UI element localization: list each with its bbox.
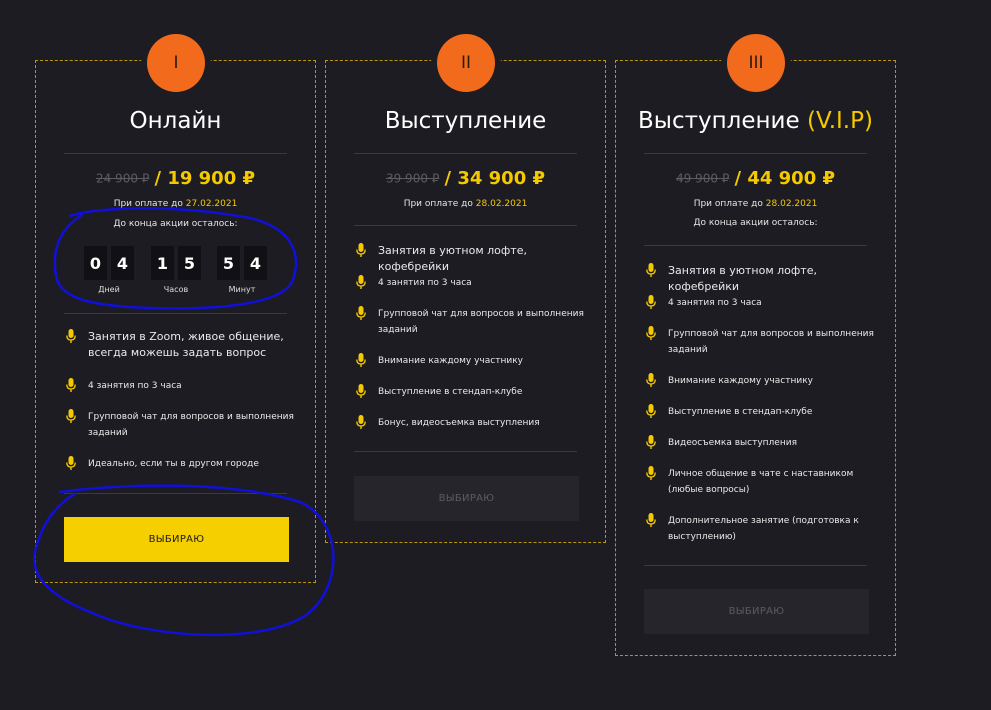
- countdown-label: До конца акции осталось:: [693, 218, 818, 228]
- feature-text: Идеально, если ты в другом городе: [88, 459, 259, 469]
- countdown-minutes-label: Минут: [228, 285, 256, 294]
- countdown-digit: 4: [111, 246, 134, 280]
- new-price: / 34 900 ₽: [444, 168, 546, 189]
- microphone-icon: [356, 353, 366, 367]
- pay-until: При оплате до 28.02.2021: [326, 199, 605, 209]
- feature-text: Групповой чат для вопросов и выполнения …: [88, 412, 294, 438]
- countdown-digit: 5: [217, 246, 240, 280]
- countdown-label: До конца акции осталось:: [113, 219, 238, 229]
- countdown-digit: 1: [151, 246, 174, 280]
- old-price: 24 900 ₽: [95, 171, 150, 186]
- countdown-digit: 5: [178, 246, 201, 280]
- new-price: / 44 900 ₽: [734, 168, 836, 189]
- microphone-icon: [646, 326, 656, 340]
- feature-text: Выступление в стендап-клубе: [668, 407, 813, 417]
- pay-until-date: 28.02.2021: [475, 199, 528, 209]
- pay-until-label: При оплате до: [113, 199, 183, 209]
- countdown-digit: 0: [84, 246, 107, 280]
- feature-text: Внимание каждому участнику: [668, 376, 813, 386]
- old-price: 49 900 ₽: [675, 171, 730, 186]
- divider: [354, 225, 577, 226]
- countdown-hours-label: Часов: [163, 285, 189, 294]
- microphone-icon: [356, 415, 366, 429]
- divider: [64, 493, 287, 494]
- plan-number-badge: II: [437, 34, 495, 92]
- old-price: 39 900 ₽: [385, 171, 440, 186]
- plan-card-vip: III Выступление (V.I.P) 49 900 ₽ / 44 90…: [615, 34, 896, 656]
- microphone-icon: [356, 243, 366, 257]
- divider: [354, 451, 577, 452]
- divider: [644, 153, 867, 154]
- feature-text: Внимание каждому участнику: [378, 356, 523, 366]
- feature-text: Видеосъемка выступления: [668, 438, 797, 448]
- plan-card-performance: II Выступление 39 900 ₽ / 34 900 ₽ При о…: [325, 34, 606, 543]
- pay-until: При оплате до 28.02.2021: [616, 199, 895, 209]
- plan-card-online: I Онлайн 24 900 ₽ / 19 900 ₽ При оплате …: [35, 34, 316, 583]
- microphone-icon: [356, 275, 366, 289]
- microphone-icon: [646, 466, 656, 480]
- plan-title-highlight: (V.I.P): [806, 108, 873, 134]
- choose-button[interactable]: ВЫБИРАЮ: [64, 517, 289, 562]
- pay-until-date: 27.02.2021: [185, 199, 238, 209]
- microphone-icon: [646, 295, 656, 309]
- plan-title-text: Выступление: [384, 108, 547, 134]
- divider: [644, 245, 867, 246]
- microphone-icon: [356, 384, 366, 398]
- plan-title: Выступление: [326, 108, 605, 134]
- microphone-icon: [646, 435, 656, 449]
- feature-text: Бонус, видеосъемка выступления: [378, 418, 540, 428]
- feature-text: Дополнительное занятие (подготовка к выс…: [668, 516, 859, 542]
- price-row: 39 900 ₽ / 34 900 ₽: [326, 168, 605, 189]
- plan-title: Выступление (V.I.P): [616, 108, 895, 134]
- divider: [64, 153, 287, 154]
- microphone-icon: [646, 513, 656, 527]
- price-row: 24 900 ₽ / 19 900 ₽: [36, 168, 315, 189]
- plan-title-text: Онлайн: [129, 108, 222, 134]
- plan-title: Онлайн: [36, 108, 315, 134]
- microphone-icon: [646, 373, 656, 387]
- feature-text: 4 занятия по 3 часа: [88, 381, 182, 391]
- pay-until-label: При оплате до: [693, 199, 763, 209]
- divider: [644, 565, 867, 566]
- microphone-icon: [66, 456, 76, 470]
- new-price: / 19 900 ₽: [154, 168, 256, 189]
- choose-button[interactable]: ВЫБИРАЮ: [354, 476, 579, 521]
- feature-text: Выступление в стендап-клубе: [378, 387, 523, 397]
- price-row: 49 900 ₽ / 44 900 ₽: [616, 168, 895, 189]
- microphone-icon: [66, 329, 76, 343]
- countdown-days-label: Дней: [98, 285, 120, 294]
- microphone-icon: [66, 378, 76, 392]
- choose-button[interactable]: ВЫБИРАЮ: [644, 589, 869, 634]
- divider: [64, 313, 287, 314]
- feature-text: Групповой чат для вопросов и выполнения …: [668, 329, 874, 355]
- feature-text: Занятия в уютном лофте, кофебрейки: [668, 264, 817, 293]
- microphone-icon: [356, 306, 366, 320]
- plan-number-badge: III: [727, 34, 785, 92]
- feature-text: 4 занятия по 3 часа: [378, 278, 472, 288]
- microphone-icon: [646, 404, 656, 418]
- pay-until-date: 28.02.2021: [765, 199, 818, 209]
- feature-text: Личное общение в чате с наставником (люб…: [668, 469, 854, 495]
- feature-text: Групповой чат для вопросов и выполнения …: [378, 309, 584, 335]
- divider: [354, 153, 577, 154]
- feature-text: Занятия в Zoom, живое общение, всегда мо…: [88, 330, 284, 359]
- microphone-icon: [66, 409, 76, 423]
- feature-text: Занятия в уютном лофте, кофебрейки: [378, 244, 527, 273]
- pay-until-label: При оплате до: [403, 199, 473, 209]
- pay-until: При оплате до 27.02.2021: [36, 199, 315, 209]
- feature-text: 4 занятия по 3 часа: [668, 298, 762, 308]
- plan-number-badge: I: [147, 34, 205, 92]
- countdown-digit: 4: [244, 246, 267, 280]
- microphone-icon: [646, 263, 656, 277]
- plan-title-text: Выступление: [638, 108, 800, 134]
